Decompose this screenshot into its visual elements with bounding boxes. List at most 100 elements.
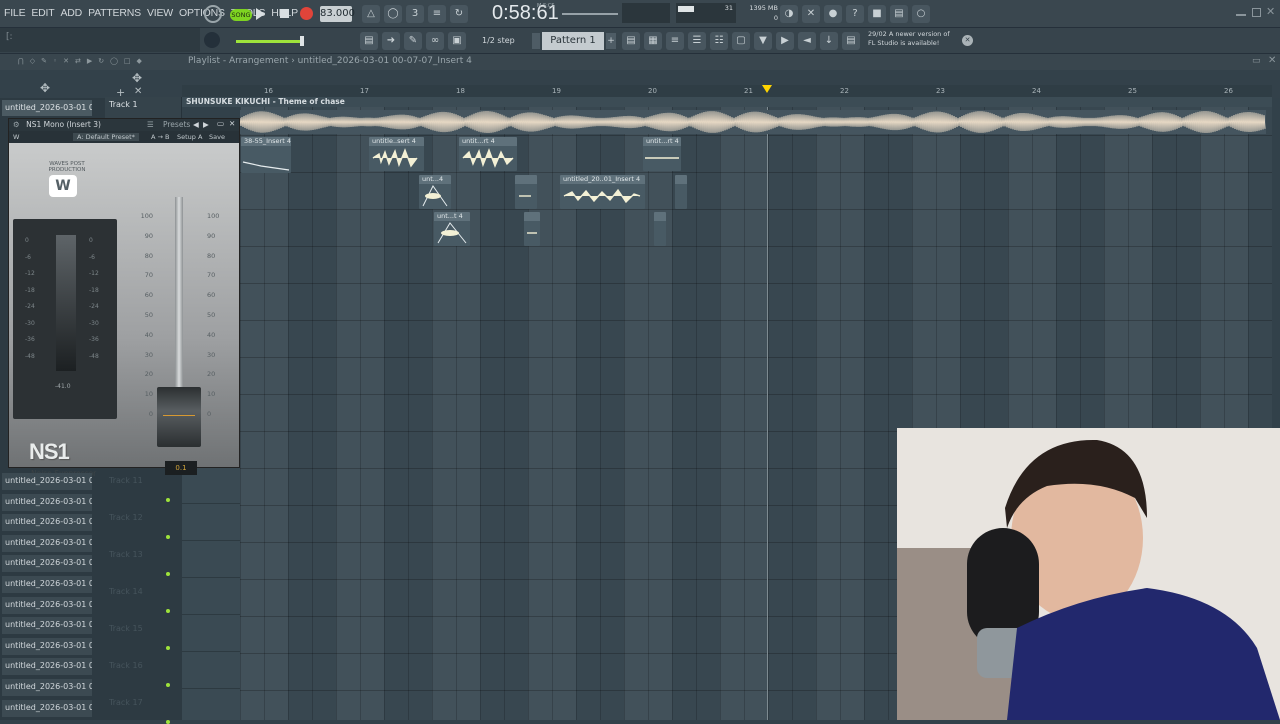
presets-label[interactable]: Presets (163, 120, 190, 129)
track-active-indicator[interactable] (166, 572, 170, 576)
audio-clip[interactable] (524, 212, 540, 246)
audio-clip[interactable]: unt...4 (419, 175, 451, 209)
browser-file-item[interactable]: untitled_2026-03-01 00- (2, 555, 92, 573)
audio-clip[interactable] (515, 175, 537, 209)
online-icon[interactable]: ◑ (780, 5, 798, 23)
close-window-icon[interactable]: ✕ (1266, 5, 1275, 18)
browser-file-item[interactable]: untitled_2026-03-01 00- (2, 493, 92, 511)
master-volume-slider[interactable] (562, 13, 618, 15)
track-active-indicator[interactable] (166, 535, 170, 539)
audio-clip[interactable]: 38-55_Insert 4 (241, 137, 291, 173)
snap-selector[interactable]: 1/2 step (482, 33, 534, 49)
plugin-close-icon[interactable]: ✕ (229, 119, 235, 128)
browser-top-item[interactable]: untitled_2026-03-01 00- (2, 100, 92, 116)
audio-clip[interactable]: untitled_20..01_Insert 4 (560, 175, 645, 209)
pattern-selector[interactable]: Pattern 1 (542, 32, 604, 50)
playlist-close-icon[interactable]: ✕ (1268, 55, 1276, 66)
add-pattern-button[interactable]: + (606, 33, 616, 49)
stop-button[interactable] (280, 9, 289, 18)
arrow-right-icon[interactable]: ➜ (382, 32, 400, 50)
notice-close-icon[interactable]: ✕ (962, 35, 973, 46)
mixer-levels-icon[interactable]: ☰ (688, 32, 706, 50)
browser-file-item[interactable]: untitled_2026-03-01 00- (2, 637, 92, 655)
timeline-ruler[interactable]: 16 17 18 19 20 21 22 23 24 25 26 (182, 85, 1272, 97)
link-icon[interactable]: ∞ (426, 32, 444, 50)
update-notice[interactable]: 29/02 A newer version of FL Studio is av… (868, 30, 968, 52)
plugin-database-icon[interactable]: ▢ (732, 32, 750, 50)
chat-icon[interactable]: ○ (912, 5, 930, 23)
audio-clip[interactable]: untitle..sert 4 (369, 137, 424, 171)
browser-file-item[interactable]: untitled_2026-03-01 00- (2, 534, 92, 552)
plugin-menu-icon[interactable]: ☰ (147, 120, 154, 129)
help-icon[interactable]: ? (846, 5, 864, 23)
browser-file-item[interactable]: untitled_2026-03-01 00- (2, 679, 92, 696)
fader-handle[interactable] (157, 387, 201, 447)
save-button[interactable]: Save (209, 133, 225, 141)
save-icon[interactable]: ■ (868, 5, 886, 23)
track-active-indicator[interactable] (166, 646, 170, 650)
countdown-icon[interactable]: 3 (406, 5, 424, 23)
render-icon[interactable]: ▤ (890, 5, 908, 23)
audio-clip[interactable] (654, 212, 666, 246)
wait-input-icon[interactable]: ◯ (384, 5, 402, 23)
play-button[interactable] (256, 8, 265, 20)
menu-item[interactable]: VIEW (147, 7, 173, 19)
browser-icon[interactable]: ☷ (710, 32, 728, 50)
playhead-marker[interactable] (762, 85, 772, 93)
track-header[interactable]: Track 12 (105, 507, 175, 537)
browser-file-item[interactable]: untitled_2026-03-01 00- (2, 658, 92, 676)
browser-file-item[interactable]: untitled_2026-03-01 00- (2, 617, 92, 635)
move-icon[interactable]: ✥ (40, 81, 50, 95)
pattern-song-toggle[interactable] (204, 5, 222, 23)
step-edit-icon[interactable]: ≡ (428, 5, 446, 23)
master-pitch-knob[interactable] (204, 32, 220, 48)
audio-clip[interactable] (675, 175, 687, 209)
track-1-clip-header[interactable]: SHUNSUKE KIKUCHI - Theme of chase (182, 97, 1272, 107)
main-volume-slider[interactable] (236, 40, 306, 43)
plugin-picker-icon[interactable]: ▼ (754, 32, 772, 50)
playlist-grid-lower[interactable] (182, 466, 240, 720)
tempo-display[interactable]: 83.000 (320, 6, 355, 22)
menu-item[interactable]: ADD (61, 7, 83, 19)
track-1-header[interactable]: Track 1 (109, 100, 138, 109)
browser-file-item[interactable]: untitled_2026-03-01 00- (2, 699, 92, 717)
browser-file-item[interactable]: untitled_2026-03-01 00- (2, 596, 92, 614)
maximize-window-icon[interactable] (1252, 8, 1261, 17)
browser-file-item[interactable]: untitled_2026-03-01 00- (2, 473, 92, 490)
main-volume-handle[interactable] (300, 36, 304, 46)
plugin-minimize-icon[interactable]: ▭ (217, 119, 224, 128)
track-active-indicator[interactable] (166, 720, 170, 724)
track-active-indicator[interactable] (166, 609, 170, 613)
audio-clip[interactable]: unt...t 4 (434, 212, 470, 246)
pattern-dropdown-arrow[interactable] (532, 33, 540, 49)
audio-clip[interactable]: untit...rt 4 (643, 137, 681, 171)
browser-file-item[interactable]: untitled_2026-03-01 00- (2, 576, 92, 593)
download-icon[interactable]: ↓ (820, 32, 838, 50)
touch-keyboard-icon[interactable]: ▶ (776, 32, 794, 50)
playlist-minimize-icon[interactable]: ▭ (1252, 56, 1261, 66)
channel-rack-icon[interactable]: ▦ (644, 32, 662, 50)
preset-next-icon[interactable]: ▶ (203, 120, 209, 129)
song-mode-button[interactable]: SONG (230, 9, 252, 21)
track-active-indicator[interactable] (166, 498, 170, 502)
ab-button[interactable]: A → B (151, 133, 169, 141)
preset-prev-icon[interactable]: ◀ (193, 120, 199, 129)
stamp-icon[interactable]: ▣ (448, 32, 466, 50)
setup-button[interactable]: Setup A (177, 133, 202, 141)
microphone-icon[interactable]: ● (824, 5, 842, 23)
track-header[interactable]: Track 15 (105, 618, 175, 648)
metronome-icon[interactable]: △ (362, 5, 380, 23)
track-header[interactable]: Track 11 (105, 470, 175, 500)
mixer-icon[interactable]: ≡ (666, 32, 684, 50)
menu-item[interactable]: FILE (4, 7, 26, 19)
plugin-window[interactable]: ⚙ NS1 Mono (Insert 3) ☰ Presets ◀ ▶ ▭ ✕ … (8, 118, 240, 478)
fader-track[interactable] (175, 197, 183, 411)
tools-icon[interactable]: ✕ (802, 5, 820, 23)
playlist-icon[interactable]: ▤ (622, 32, 640, 50)
record-button[interactable] (300, 7, 313, 20)
news-icon[interactable]: ▤ (842, 32, 860, 50)
pencil-icon[interactable]: ✎ (404, 32, 422, 50)
piano-roll-icon[interactable]: ▤ (360, 32, 378, 50)
preset-name[interactable]: A: Default Preset* (73, 133, 139, 141)
minimize-window-icon[interactable] (1236, 14, 1246, 16)
